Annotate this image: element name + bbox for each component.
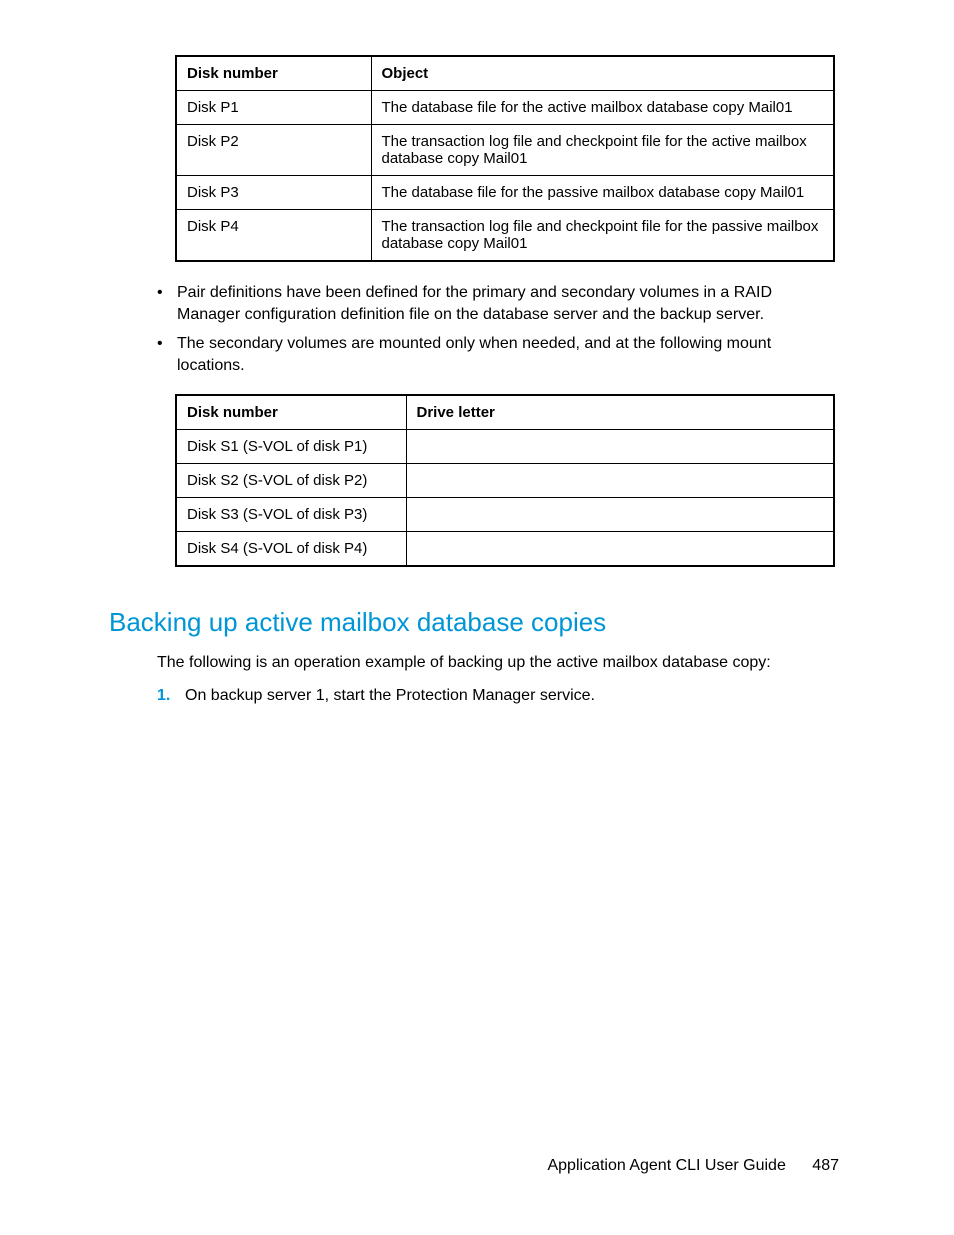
table-row: Disk P3 The database file for the passiv…	[176, 176, 834, 210]
table-cell: Disk S4 (S-VOL of disk P4)	[176, 532, 406, 567]
steps-list: 1. On backup server 1, start the Protect…	[115, 685, 839, 707]
page-content: Disk number Object Disk P1 The database …	[0, 0, 954, 707]
table-cell: Disk P2	[176, 125, 371, 176]
table-cell	[406, 430, 834, 464]
table-row: Disk S1 (S-VOL of disk P1)	[176, 430, 834, 464]
table-cell: The transaction log file and checkpoint …	[371, 125, 834, 176]
table-cell: Disk S1 (S-VOL of disk P1)	[176, 430, 406, 464]
section-heading: Backing up active mailbox database copie…	[109, 607, 839, 638]
list-item: Pair definitions have been defined for t…	[157, 282, 839, 325]
table-row: Disk P1 The database file for the active…	[176, 91, 834, 125]
table-header: Disk number	[176, 56, 371, 91]
table-cell	[406, 464, 834, 498]
disk-object-table: Disk number Object Disk P1 The database …	[175, 55, 835, 262]
step-number: 1.	[157, 685, 170, 707]
table-cell: The database file for the active mailbox…	[371, 91, 834, 125]
table-header: Disk number	[176, 395, 406, 430]
table-cell: Disk P4	[176, 210, 371, 262]
disk-drive-table: Disk number Drive letter Disk S1 (S-VOL …	[175, 394, 835, 567]
table-header: Object	[371, 56, 834, 91]
table-cell: The transaction log file and checkpoint …	[371, 210, 834, 262]
page-number: 487	[812, 1157, 839, 1174]
table-cell: Disk S2 (S-VOL of disk P2)	[176, 464, 406, 498]
table-header-row: Disk number Drive letter	[176, 395, 834, 430]
table-cell: The database file for the passive mailbo…	[371, 176, 834, 210]
table-cell	[406, 532, 834, 567]
table-header: Drive letter	[406, 395, 834, 430]
table-cell: Disk S3 (S-VOL of disk P3)	[176, 498, 406, 532]
table-cell	[406, 498, 834, 532]
table-header-row: Disk number Object	[176, 56, 834, 91]
page-footer: Application Agent CLI User Guide 487	[547, 1157, 839, 1175]
list-item: The secondary volumes are mounted only w…	[157, 333, 839, 376]
footer-title: Application Agent CLI User Guide	[547, 1157, 785, 1174]
section-intro: The following is an operation example of…	[157, 652, 839, 674]
table-row: Disk S3 (S-VOL of disk P3)	[176, 498, 834, 532]
step-item: 1. On backup server 1, start the Protect…	[157, 685, 839, 707]
table-row: Disk P4 The transaction log file and che…	[176, 210, 834, 262]
table-row: Disk S2 (S-VOL of disk P2)	[176, 464, 834, 498]
bullet-list: Pair definitions have been defined for t…	[115, 282, 839, 376]
table-cell: Disk P3	[176, 176, 371, 210]
table-cell: Disk P1	[176, 91, 371, 125]
step-text: On backup server 1, start the Protection…	[185, 687, 595, 704]
table-row: Disk S4 (S-VOL of disk P4)	[176, 532, 834, 567]
table-row: Disk P2 The transaction log file and che…	[176, 125, 834, 176]
